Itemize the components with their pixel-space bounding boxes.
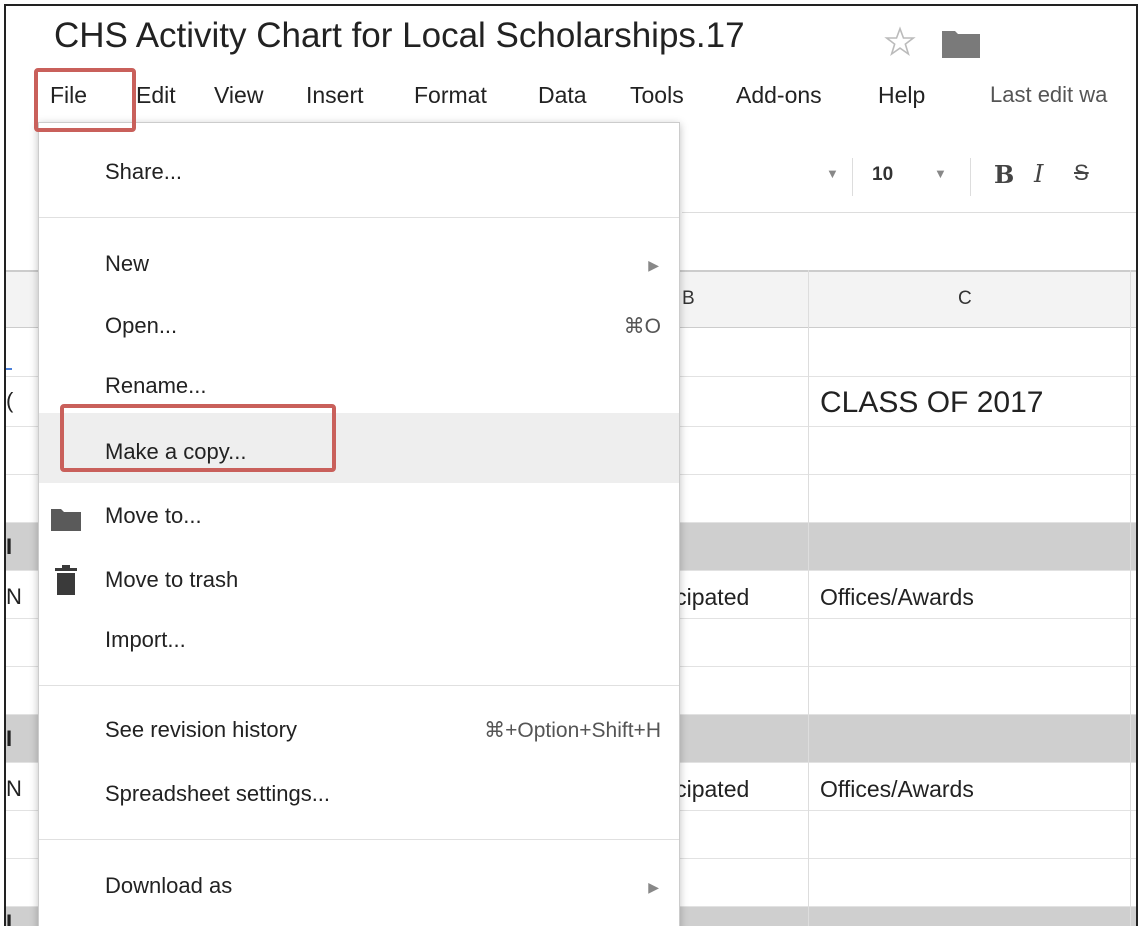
menu-item-open[interactable]: Open... ⌘O (39, 299, 679, 357)
trash-icon (55, 565, 77, 595)
menu-item-label: New (105, 251, 150, 276)
menu-shortcut: ⌘O (623, 315, 661, 338)
font-size-dropdown-arrow-icon[interactable]: ▼ (934, 166, 947, 181)
menu-item-label: See revision history (105, 717, 297, 742)
document-title[interactable]: CHS Activity Chart for Local Scholarship… (54, 16, 745, 56)
folder-icon (51, 509, 81, 531)
menu-item-label: Move to... (105, 503, 202, 528)
column-divider (1130, 270, 1131, 926)
clipped-cell-text: ( (6, 388, 14, 413)
menu-item-download-as[interactable]: Download as ▶ (39, 859, 679, 917)
menu-item-share[interactable]: Share... (39, 145, 679, 203)
submenu-arrow-icon: ▶ (648, 257, 659, 273)
menu-item-move-to[interactable]: Move to... (39, 489, 679, 547)
column-header-c[interactable]: C (958, 288, 972, 310)
clipped-cell-text: I (6, 910, 13, 926)
menu-separator (39, 685, 679, 686)
strikethrough-button[interactable]: S (1074, 160, 1089, 186)
file-menu-dropdown: Share... New ▶ Open... ⌘O Rename... Make… (38, 122, 680, 926)
selection-marker (6, 368, 12, 370)
class-of-cell[interactable]: CLASS OF 2017 (820, 386, 1043, 420)
menu-format[interactable]: Format (414, 82, 487, 109)
toolbar-separator (852, 158, 853, 196)
file-menu-highlight-box (34, 68, 136, 132)
menu-item-see-revision-history[interactable]: See revision history ⌘+Option+Shift+H (39, 703, 679, 761)
star-icon[interactable] (884, 26, 916, 58)
make-copy-highlight-box (60, 404, 336, 472)
menu-item-import[interactable]: Import... (39, 613, 679, 671)
column-header-b[interactable]: B (682, 288, 695, 310)
menu-item-label: Download as (105, 873, 233, 898)
clipped-cell-text: N (6, 584, 22, 609)
bold-button[interactable]: B (994, 160, 1014, 189)
menu-item-move-to-trash[interactable]: Move to trash (39, 553, 679, 611)
menu-item-label: Move to trash (105, 567, 239, 592)
toolbar-separator (970, 158, 971, 196)
menu-shortcut: ⌘+Option+Shift+H (484, 719, 661, 742)
clipped-cell-text: I (6, 534, 13, 559)
menu-bar: File Edit View Insert Format Data Tools … (6, 78, 1136, 118)
submenu-arrow-icon: ▶ (648, 879, 659, 895)
offices-awards-cell[interactable]: Offices/Awards (820, 584, 974, 611)
menu-view[interactable]: View (214, 82, 263, 109)
menu-tools[interactable]: Tools (630, 82, 684, 109)
menu-item-label: Share... (105, 159, 183, 184)
menu-item-spreadsheet-settings[interactable]: Spreadsheet settings... (39, 767, 679, 825)
menu-add-ons[interactable]: Add-ons (736, 82, 822, 109)
clipped-cell-text: I (6, 726, 13, 751)
menu-insert[interactable]: Insert (306, 82, 364, 109)
menu-item-label: Import... (105, 627, 186, 652)
folder-icon[interactable] (942, 28, 980, 58)
clipped-cell-text: N (6, 776, 22, 801)
offices-awards-cell[interactable]: Offices/Awards (820, 776, 974, 803)
font-size-select[interactable]: 10 (872, 164, 893, 186)
menu-item-label: Spreadsheet settings... (105, 781, 331, 806)
italic-button[interactable]: I (1034, 160, 1043, 188)
menu-item-new[interactable]: New ▶ (39, 237, 679, 295)
menu-item-label: Open... (105, 313, 178, 338)
menu-separator (39, 217, 679, 218)
menu-separator (39, 839, 679, 840)
last-edit-link[interactable]: Last edit wa (990, 82, 1107, 108)
participated-cell[interactable]: icipated (670, 584, 749, 611)
menu-edit[interactable]: Edit (136, 82, 176, 109)
app-window: CHS Activity Chart for Local Scholarship… (4, 4, 1138, 926)
font-dropdown-arrow-icon[interactable]: ▼ (826, 166, 839, 181)
column-divider (808, 270, 809, 926)
menu-item-label: Rename... (105, 373, 207, 398)
participated-cell[interactable]: icipated (670, 776, 749, 803)
menu-data[interactable]: Data (538, 82, 587, 109)
strikethrough-label: S (1074, 160, 1089, 185)
menu-help[interactable]: Help (878, 82, 925, 109)
toolbar: ▼ 10 ▼ B I S (682, 142, 1136, 213)
